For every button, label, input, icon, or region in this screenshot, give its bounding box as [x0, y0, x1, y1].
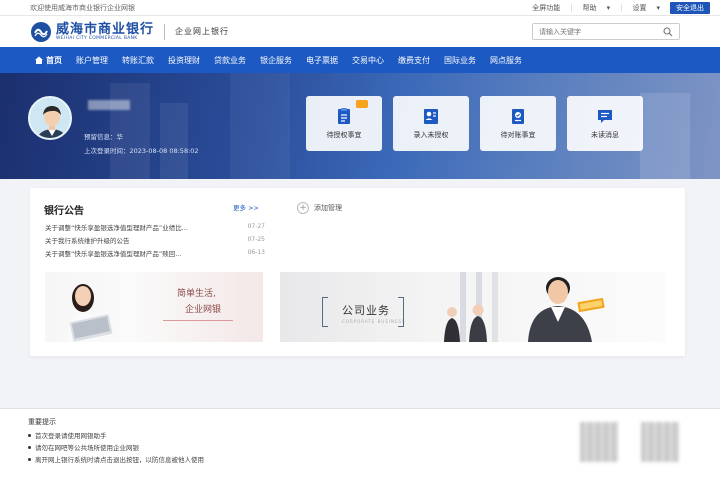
- personal-banner[interactable]: 简单生活, 企业网银: [45, 272, 263, 342]
- exit-button[interactable]: 安全退出: [670, 1, 710, 14]
- last-login: 上次登录时间：2023-08-08 08:58:02: [84, 147, 199, 155]
- tile-pending-reconciliation[interactable]: 待对账事宜: [480, 96, 556, 151]
- announcements-title: 银行公告: [44, 206, 84, 217]
- nav-item-branches[interactable]: 网点服务: [483, 47, 529, 73]
- top-utility-bar: 欢迎使用威海市商业银行企业网银 全屏功能 | 帮助 ▾ | 设置 ▾ 安全退出: [0, 0, 720, 16]
- divider: |: [570, 3, 573, 12]
- user-form-icon: [424, 109, 438, 124]
- business-people-illustration: [444, 272, 605, 342]
- announcement-date: 07-27: [247, 223, 265, 230]
- tile-label: 录入未授权: [413, 131, 449, 139]
- banner-slogan-line2: 企业网银: [185, 305, 222, 315]
- bank-name-cn: 威海市商业银行: [56, 21, 155, 37]
- nav-item-home[interactable]: 首页: [28, 47, 69, 73]
- nav-item-accounts[interactable]: 账户管理: [69, 47, 115, 73]
- home-icon: [35, 56, 43, 64]
- nav-item-transfer[interactable]: 转账汇款: [115, 47, 161, 73]
- tips-list: 首次登录请使用网银助手 请勿在网吧等公共场所使用企业网银 离开网上银行系统时请点…: [28, 429, 204, 465]
- nav-item-trading[interactable]: 交易中心: [345, 47, 391, 73]
- nav-item-e-bills[interactable]: 电子票据: [299, 47, 345, 73]
- announcements-more-link[interactable]: 更多 >>: [233, 202, 259, 212]
- tile-label: 未读消息: [591, 131, 619, 139]
- divider: |: [620, 3, 623, 12]
- checklist-icon: [512, 109, 524, 124]
- bank-logo[interactable]: 威海市商业银行 WEIHAI CITY COMMERCIAL BANK: [30, 21, 154, 43]
- important-tips: 重要提示 首次登录请使用网银助手 请勿在网吧等公共场所使用企业网银 离开网上银行…: [0, 408, 720, 477]
- user-avatar-icon: [30, 98, 70, 138]
- announcement-text[interactable]: 关于我行系统维护升级的公告: [45, 235, 130, 245]
- building-shape: [160, 103, 188, 179]
- search-box[interactable]: [532, 23, 680, 40]
- reserved-info: 预留信息：华: [84, 133, 123, 141]
- document-icon: [338, 108, 350, 124]
- list-item: 请勿在网吧等公共场所使用企业网银: [28, 441, 204, 453]
- announcement-text[interactable]: 关于调整“快乐享盈银选净值型理财产品”业绩比...: [45, 222, 188, 232]
- plus-icon: +: [297, 202, 309, 214]
- bank-logo-icon: [31, 21, 51, 42]
- divider: [164, 23, 166, 40]
- nav-item-investment[interactable]: 投资理财: [161, 47, 207, 73]
- tile-entered-unauthorized[interactable]: 录入未授权: [393, 96, 469, 151]
- site-subtitle: 企业网上银行: [175, 27, 230, 36]
- help-link[interactable]: 帮助: [583, 3, 597, 13]
- tips-title: 重要提示: [28, 418, 56, 426]
- tile-pending-authorization[interactable]: 待授权事宜: [306, 96, 382, 151]
- search-icon[interactable]: [663, 26, 673, 37]
- list-item[interactable]: 关于我行系统维护升级的公告 07-25: [45, 233, 265, 246]
- list-item: 离开网上银行系统时请点击退出按钮，以防信息被他人使用: [28, 453, 204, 465]
- hero-banner: 预留信息：华 上次登录时间：2023-08-08 08:58:02 待授权事宜: [0, 73, 720, 179]
- add-management-label: 添加管理: [314, 204, 342, 212]
- announcement-date: 06-13: [247, 249, 265, 256]
- avatar[interactable]: [28, 96, 72, 140]
- nav-item-label: 首页: [46, 55, 62, 65]
- list-item: 首次登录请使用网银助手: [28, 429, 204, 441]
- nav-item-loans[interactable]: 贷款业务: [207, 47, 253, 73]
- tile-label: 待授权事宜: [326, 131, 362, 139]
- woman-laptop-illustration: [67, 284, 113, 342]
- message-icon: [598, 110, 612, 123]
- chevron-down-icon[interactable]: ▾: [607, 4, 611, 12]
- site-header: 威海市商业银行 WEIHAI CITY COMMERCIAL BANK 企业网上…: [0, 16, 720, 47]
- add-management-button[interactable]: + 添加管理: [297, 202, 342, 214]
- nav-item-payments[interactable]: 缴费支付: [391, 47, 437, 73]
- announcements-list: 关于调整“快乐享盈银选净值型理财产品”业绩比... 07-27 关于我行系统维护…: [45, 220, 265, 259]
- divider: [163, 320, 233, 321]
- banner-slogan-line1: 简单生活,: [177, 289, 216, 299]
- corporate-business-banner[interactable]: 公司业务 CORPORATE BUSINESS: [280, 272, 665, 342]
- utility-links: 全屏功能 | 帮助 ▾ | 设置 ▾ 安全退出: [532, 1, 710, 14]
- settings-link[interactable]: 设置: [632, 3, 646, 13]
- tile-label: 待对账事宜: [500, 131, 536, 139]
- tile-unread-messages[interactable]: 未读消息: [567, 96, 643, 151]
- list-item[interactable]: 关于调整“快乐享盈银选净值型理财产品”赎回... 06-13: [45, 246, 265, 259]
- main-panel: 银行公告 更多 >> 关于调整“快乐享盈银选净值型理财产品”业绩比... 07-…: [30, 188, 685, 356]
- qr-code-blurred: [641, 422, 679, 462]
- nav-item-international[interactable]: 国际业务: [437, 47, 483, 73]
- welcome-text: 欢迎使用威海市商业银行企业网银: [30, 3, 135, 12]
- list-item[interactable]: 关于调整“快乐享盈银选净值型理财产品”业绩比... 07-27: [45, 220, 265, 233]
- tile-badge: [356, 100, 368, 108]
- announcement-text[interactable]: 关于调整“快乐享盈银选净值型理财产品”赎回...: [45, 248, 181, 258]
- quick-action-tiles: 待授权事宜 录入未授权 待对账事宜 未读消息: [306, 96, 643, 151]
- search-input[interactable]: [539, 27, 663, 36]
- main-nav: 首页 账户管理 转账汇款 投资理财 贷款业务 银企服务 电子票据 交易中心 缴费…: [0, 47, 720, 73]
- announcement-date: 07-25: [247, 236, 265, 243]
- fullscreen-link[interactable]: 全屏功能: [532, 3, 560, 13]
- building-shape: [230, 73, 290, 179]
- nav-item-bank-services[interactable]: 银企服务: [253, 47, 299, 73]
- user-name-blurred: [88, 100, 130, 110]
- building-shape: [640, 93, 690, 179]
- qr-code-blurred: [580, 422, 618, 462]
- chevron-down-icon[interactable]: ▾: [656, 4, 660, 12]
